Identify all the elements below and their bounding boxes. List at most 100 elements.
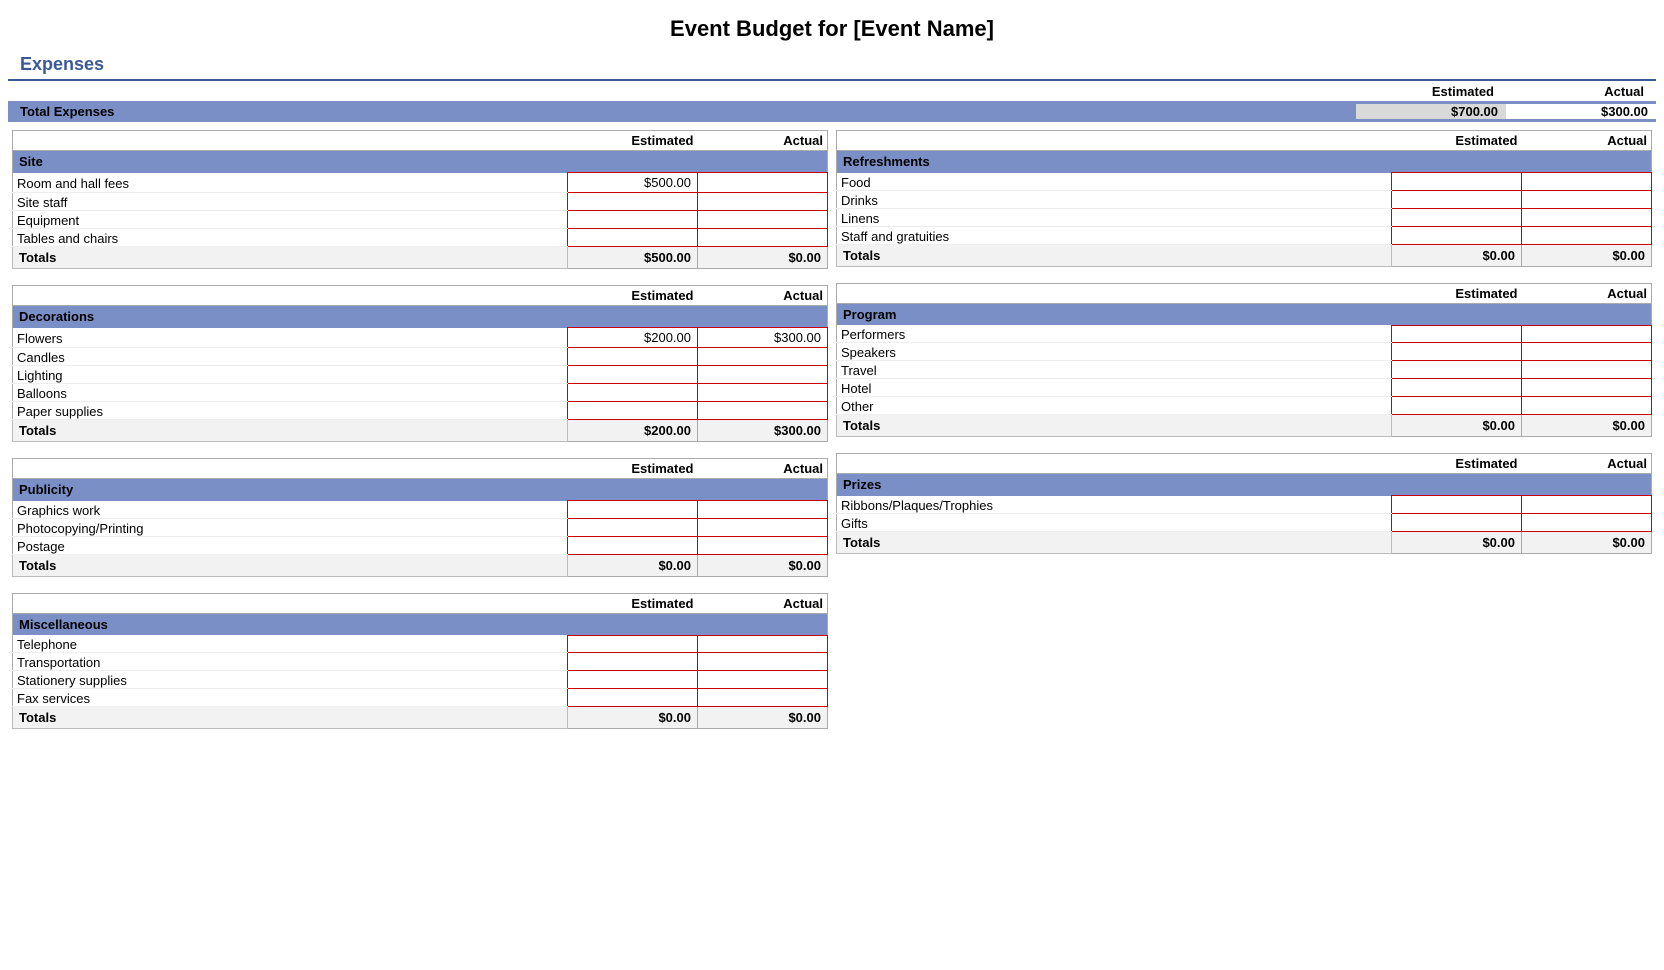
row-estimated[interactable]: [1392, 343, 1522, 361]
prog-act-header: Actual: [1522, 283, 1652, 303]
row-estimated[interactable]: $500.00: [568, 173, 698, 193]
misc-est-header: Estimated: [568, 593, 698, 613]
ref-est-header: Estimated: [1392, 131, 1522, 151]
row-estimated[interactable]: [568, 689, 698, 707]
row-estimated[interactable]: $200.00: [568, 328, 698, 348]
totals-row: Totals$0.00$0.00: [13, 554, 828, 576]
totals-actual: $0.00: [1522, 531, 1652, 553]
row-estimated[interactable]: [568, 211, 698, 229]
row-estimated[interactable]: [1392, 361, 1522, 379]
row-actual[interactable]: [698, 384, 828, 402]
summary-estimated-header: Estimated: [1352, 84, 1502, 99]
totals-actual: $0.00: [1522, 244, 1652, 266]
row-actual[interactable]: [698, 173, 828, 193]
row-actual[interactable]: [1522, 208, 1652, 226]
row-estimated[interactable]: [1392, 496, 1522, 514]
row-actual[interactable]: [1522, 190, 1652, 208]
row-estimated[interactable]: [568, 635, 698, 653]
row-estimated[interactable]: [568, 229, 698, 247]
row-actual[interactable]: [698, 653, 828, 671]
expenses-header: Expenses: [8, 50, 1656, 81]
row-estimated[interactable]: [568, 348, 698, 366]
row-actual[interactable]: [1522, 173, 1652, 191]
dec-col-headers: Estimated Actual: [13, 286, 828, 306]
row-actual[interactable]: [698, 518, 828, 536]
table-row: Balloons: [13, 384, 828, 402]
site-col-headers: Estimated Actual: [13, 131, 828, 151]
table-row: Equipment: [13, 211, 828, 229]
row-actual[interactable]: [1522, 513, 1652, 531]
table-row: Photocopying/Printing: [13, 518, 828, 536]
row-estimated[interactable]: [1392, 173, 1522, 191]
totals-label: Totals: [837, 244, 1392, 266]
row-estimated[interactable]: [568, 536, 698, 554]
site-table: Estimated Actual Site Room and hall fees…: [12, 130, 828, 269]
row-actual[interactable]: [1522, 361, 1652, 379]
row-label: Hotel: [837, 379, 1392, 397]
table-row: Transportation: [13, 653, 828, 671]
program-table: Estimated Actual Program PerformersSpeak…: [836, 283, 1652, 438]
row-actual[interactable]: [1522, 226, 1652, 244]
table-row: Performers: [837, 325, 1652, 343]
totals-row: Totals$200.00$300.00: [13, 420, 828, 442]
row-actual[interactable]: [698, 671, 828, 689]
row-actual[interactable]: [698, 501, 828, 519]
row-estimated[interactable]: [1392, 190, 1522, 208]
row-actual[interactable]: [698, 536, 828, 554]
pub-act-header: Actual: [698, 459, 828, 479]
row-estimated[interactable]: [1392, 325, 1522, 343]
table-row: Stationery supplies: [13, 671, 828, 689]
row-estimated[interactable]: [568, 653, 698, 671]
row-actual[interactable]: [1522, 379, 1652, 397]
table-row: Linens: [837, 208, 1652, 226]
row-estimated[interactable]: [568, 366, 698, 384]
row-estimated[interactable]: [1392, 397, 1522, 415]
row-actual[interactable]: [1522, 397, 1652, 415]
totals-label: Totals: [13, 247, 568, 269]
row-actual[interactable]: [698, 229, 828, 247]
row-estimated[interactable]: [1392, 208, 1522, 226]
row-label: Graphics work: [13, 501, 568, 519]
total-estimated-value: $700.00: [1356, 104, 1506, 119]
row-actual[interactable]: $300.00: [698, 328, 828, 348]
row-actual[interactable]: [698, 635, 828, 653]
totals-row: Totals$0.00$0.00: [837, 531, 1652, 553]
prog-est-header: Estimated: [1392, 283, 1522, 303]
row-label: Tables and chairs: [13, 229, 568, 247]
totals-row: Totals$0.00$0.00: [13, 707, 828, 729]
row-label: Lighting: [13, 366, 568, 384]
row-actual[interactable]: [1522, 325, 1652, 343]
row-estimated[interactable]: [1392, 226, 1522, 244]
dec-est-header: Estimated: [568, 286, 698, 306]
totals-estimated: $500.00: [568, 247, 698, 269]
refreshments-table: Estimated Actual Refreshments FoodDrinks…: [836, 130, 1652, 267]
row-actual[interactable]: [698, 689, 828, 707]
dec-act-header: Actual: [698, 286, 828, 306]
row-estimated[interactable]: [568, 193, 698, 211]
table-row: Travel: [837, 361, 1652, 379]
table-row: Drinks: [837, 190, 1652, 208]
publicity-label: Publicity: [13, 479, 828, 501]
row-actual[interactable]: [698, 193, 828, 211]
table-row: Staff and gratuities: [837, 226, 1652, 244]
row-label: Performers: [837, 325, 1392, 343]
row-label: Staff and gratuities: [837, 226, 1392, 244]
miscellaneous-label: Miscellaneous: [13, 613, 828, 635]
row-actual[interactable]: [698, 348, 828, 366]
row-label: Photocopying/Printing: [13, 518, 568, 536]
row-actual[interactable]: [698, 366, 828, 384]
row-estimated[interactable]: [1392, 513, 1522, 531]
row-estimated[interactable]: [568, 402, 698, 420]
row-actual[interactable]: [1522, 343, 1652, 361]
row-actual[interactable]: [1522, 496, 1652, 514]
row-actual[interactable]: [698, 211, 828, 229]
total-actual-value: $300.00: [1506, 104, 1656, 119]
row-estimated[interactable]: [568, 501, 698, 519]
row-estimated[interactable]: [1392, 379, 1522, 397]
table-row: Speakers: [837, 343, 1652, 361]
row-estimated[interactable]: [568, 518, 698, 536]
row-estimated[interactable]: [568, 671, 698, 689]
row-estimated[interactable]: [568, 384, 698, 402]
row-label: Transportation: [13, 653, 568, 671]
row-actual[interactable]: [698, 402, 828, 420]
